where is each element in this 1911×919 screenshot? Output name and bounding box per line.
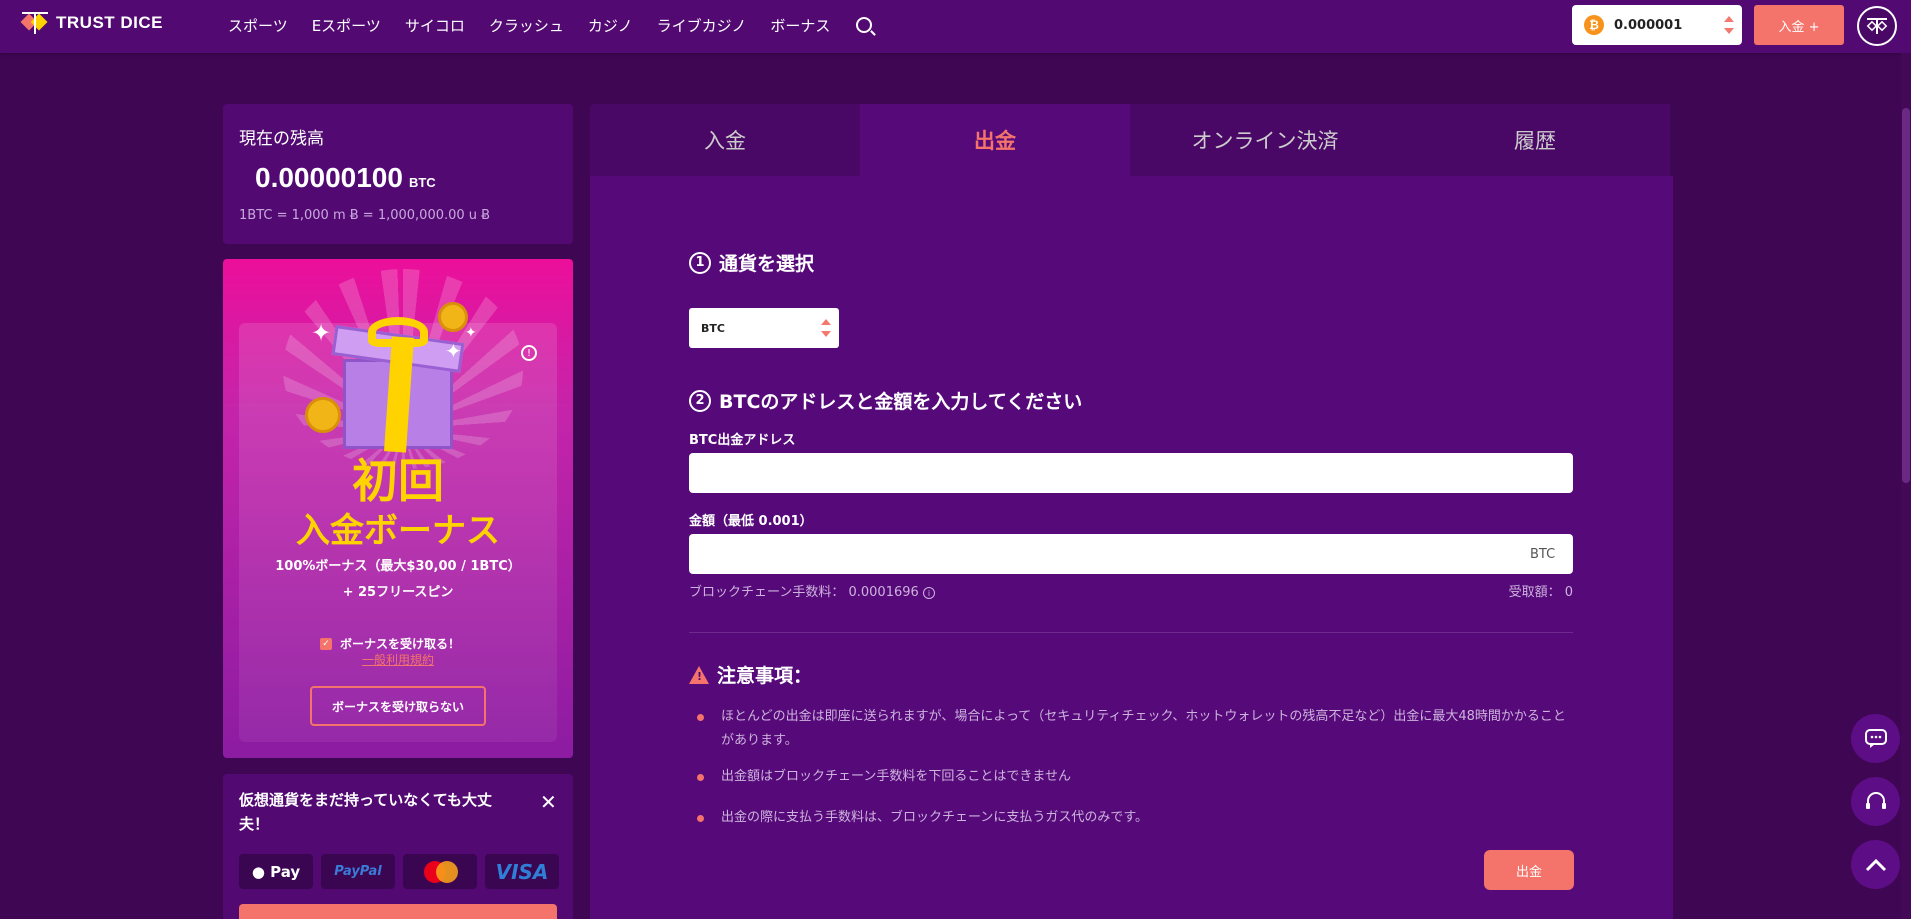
chevron-up-icon bbox=[1865, 858, 1886, 871]
bitcoin-icon: ₿ bbox=[1584, 15, 1604, 35]
bonus-accept-checkbox-row[interactable]: ✓ ボーナスを受け取る！ bbox=[320, 635, 460, 652]
step2-text: BTCのアドレスと金額を入力してください bbox=[719, 391, 1083, 413]
user-avatar[interactable] bbox=[1857, 6, 1897, 46]
balance-amount-value: 0.00000100 bbox=[255, 162, 403, 193]
main-nav: スポーツ Eスポーツ サイコロ クラッシュ カジノ ライブカジノ ボーナス bbox=[216, 0, 873, 50]
currency-select[interactable]: BTC bbox=[689, 308, 839, 348]
payment-methods-row: ● Pay PayPal VISA bbox=[239, 854, 559, 889]
select-arrows-icon bbox=[821, 319, 831, 337]
logo-text: TRUST DICE bbox=[56, 13, 163, 32]
top-header: TRUST DICE スポーツ Eスポーツ サイコロ クラッシュ カジノ ライブ… bbox=[0, 0, 1911, 53]
sparkle-icon: ✦ bbox=[465, 325, 477, 341]
tab-online-payment[interactable]: オンライン決済 bbox=[1130, 104, 1400, 176]
bonus-title-first: 初回 bbox=[352, 454, 444, 508]
nav-item-crash[interactable]: クラッシュ bbox=[477, 15, 576, 36]
chat-icon bbox=[1864, 728, 1887, 748]
mastercard-icon bbox=[420, 860, 460, 883]
apple-pay-logo[interactable]: ● Pay bbox=[239, 854, 313, 889]
nav-item-dice[interactable]: サイコロ bbox=[393, 15, 477, 36]
coin-icon bbox=[438, 302, 468, 332]
bonus-description: 100%ボーナス（最大$30,00 / 1BTC） bbox=[275, 559, 521, 574]
notice-title-text: 注意事項： bbox=[717, 665, 813, 687]
wallet-tabs: 入金 出金 オンライン決済 履歴 bbox=[590, 104, 1670, 176]
amount-currency-suffix: BTC bbox=[1530, 547, 1556, 562]
decline-bonus-button[interactable]: ボーナスを受け取らない bbox=[310, 686, 486, 726]
terms-link[interactable]: 一般利用規約 bbox=[223, 651, 573, 668]
amount-input[interactable] bbox=[689, 534, 1573, 574]
tab-withdraw[interactable]: 出金 bbox=[860, 104, 1130, 176]
nav-item-sports[interactable]: スポーツ bbox=[216, 15, 300, 36]
header-balance: 0.000001 bbox=[1614, 17, 1683, 33]
blockchain-fee-text: ブロックチェーン手数料： 0.0001696 bbox=[689, 585, 919, 600]
select-arrows-icon bbox=[1724, 16, 1734, 34]
tab-history[interactable]: 履歴 bbox=[1400, 104, 1670, 176]
receive-amount: 受取額： 0 bbox=[1508, 585, 1573, 600]
header-deposit-button[interactable]: 入金 + bbox=[1754, 5, 1844, 45]
address-input[interactable] bbox=[689, 453, 1573, 493]
current-balance-card: 現在の残高 0.00000100 BTC 1BTC = 1,000 m Ƀ = 1… bbox=[223, 104, 573, 244]
nav-item-esports[interactable]: Eスポーツ bbox=[300, 15, 393, 36]
notice-item: ほとんどの出金は即座に送られますが、場合によって（セキュリティチェック、ホットウ… bbox=[697, 705, 1577, 753]
balance-amount: 0.00000100 BTC bbox=[255, 162, 436, 194]
sparkle-icon: ✦ bbox=[311, 319, 332, 347]
bonus-accept-checkbox[interactable]: ✓ bbox=[320, 637, 332, 650]
balance-title: 現在の残高 bbox=[239, 129, 324, 149]
divider bbox=[689, 632, 1573, 633]
close-icon[interactable]: ✕ bbox=[540, 790, 557, 814]
wallet-balance-select[interactable]: ₿ 0.000001 bbox=[1572, 5, 1742, 45]
avatar-logo-icon bbox=[1866, 18, 1888, 34]
step2-title: 2 BTCのアドレスと金額を入力してください bbox=[689, 387, 1082, 414]
no-crypto-card: 仮想通貨をまだ持っていなくても大丈夫！ ✕ ● Pay PayPal VISA bbox=[223, 774, 573, 919]
logo[interactable]: TRUST DICE bbox=[20, 10, 163, 36]
warning-icon: ! bbox=[689, 665, 709, 684]
nav-item-live-casino[interactable]: ライブカジノ bbox=[645, 15, 759, 36]
no-crypto-text: 仮想通貨をまだ持っていなくても大丈夫！ bbox=[239, 791, 493, 833]
info-icon[interactable]: ! bbox=[521, 345, 537, 361]
currency-select-value: BTC bbox=[701, 321, 725, 335]
apple-icon: ● bbox=[251, 862, 265, 881]
sparkle-icon: ✦ bbox=[445, 339, 462, 363]
buy-crypto-button[interactable] bbox=[239, 904, 557, 919]
notice-item: 出金の際に支払う手数料は、ブロックチェーンに支払うガス代のみです。 bbox=[697, 806, 1577, 830]
scrollbar-thumb[interactable] bbox=[1902, 108, 1910, 483]
headset-icon bbox=[1865, 791, 1886, 809]
amount-label: 金額（最低 0.001） bbox=[689, 514, 813, 529]
notice-title: ! 注意事項： bbox=[689, 661, 812, 688]
page-scrollbar[interactable] bbox=[1901, 53, 1911, 919]
bonus-free-spins: + 25フリースピン bbox=[342, 585, 454, 600]
balance-conversion: 1BTC = 1,000 m Ƀ = 1,000,000.00 u Ƀ bbox=[239, 208, 491, 223]
fee-info-icon[interactable]: i bbox=[922, 587, 935, 599]
paypal-logo[interactable]: PayPal bbox=[321, 854, 395, 889]
gift-bow bbox=[368, 317, 428, 347]
chat-button[interactable] bbox=[1851, 714, 1900, 763]
blockchain-fee: ブロックチェーン手数料： 0.0001696 i bbox=[689, 581, 935, 600]
nav-item-bonus[interactable]: ボーナス bbox=[758, 15, 842, 36]
notice-item: 出金額はブロックチェーン手数料を下回ることはできません bbox=[697, 765, 1577, 789]
step1-title: 1 通貨を選択 bbox=[689, 249, 814, 276]
bonus-accept-label: ボーナスを受け取る！ bbox=[340, 637, 461, 651]
step1-number: 1 bbox=[689, 251, 711, 274]
balance-unit: BTC bbox=[408, 175, 436, 190]
apple-pay-text: Pay bbox=[270, 862, 301, 881]
mastercard-logo[interactable] bbox=[403, 854, 477, 889]
visa-logo[interactable]: VISA bbox=[485, 854, 559, 889]
tab-deposit[interactable]: 入金 bbox=[590, 104, 860, 176]
withdraw-button[interactable]: 出金 bbox=[1484, 850, 1574, 890]
nav-item-casino[interactable]: カジノ bbox=[576, 15, 645, 36]
visa-text: VISA bbox=[495, 859, 549, 884]
coin-icon bbox=[305, 397, 341, 433]
paypal-text: PayPal bbox=[334, 864, 382, 879]
step2-number: 2 bbox=[689, 389, 711, 412]
address-label: BTC出金アドレス bbox=[689, 433, 796, 448]
search-icon[interactable] bbox=[856, 17, 873, 33]
dice-logo-icon bbox=[20, 12, 48, 34]
support-button[interactable] bbox=[1851, 777, 1900, 826]
first-deposit-bonus-card: ✦ ✦ ✦ ! 初回 入金ボーナス 100%ボーナス（最大$30,00 / 1B… bbox=[223, 259, 573, 758]
withdraw-panel: 1 通貨を選択 BTC 2 BTCのアドレスと金額を入力してください BTC出金… bbox=[590, 176, 1673, 919]
bonus-title-deposit-bonus: 入金ボーナス bbox=[296, 511, 500, 551]
step1-text: 通貨を選択 bbox=[719, 253, 815, 275]
scroll-top-button[interactable] bbox=[1851, 840, 1900, 889]
